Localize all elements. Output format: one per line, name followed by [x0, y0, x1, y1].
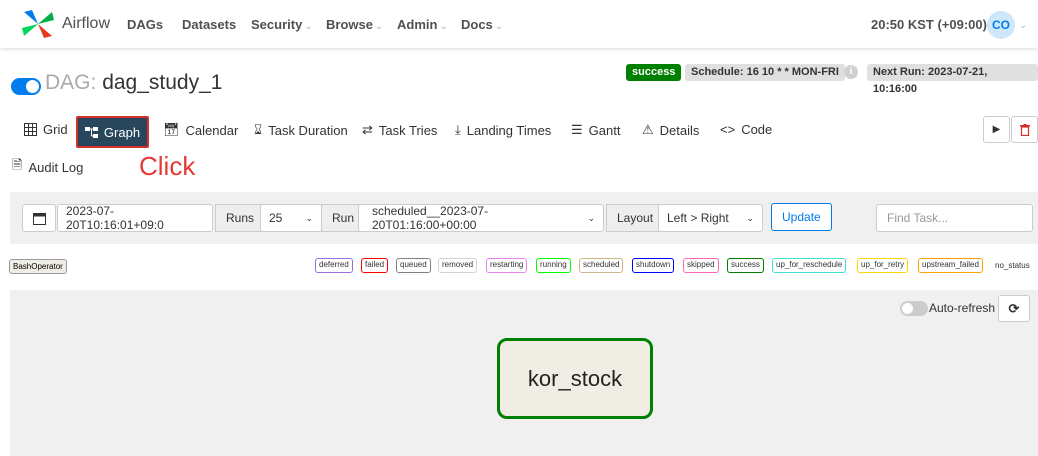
- calendar-icon: [32, 212, 46, 225]
- tab-landing-times[interactable]: ⤓ Landing Times: [455, 122, 551, 138]
- tab-code[interactable]: <> Code: [720, 122, 772, 137]
- airflow-brand[interactable]: Airflow: [22, 8, 110, 40]
- schedule-badge: Schedule: 16 10 * * MON-FRI: [685, 64, 845, 81]
- gantt-icon: ☰: [571, 122, 583, 137]
- tab-task-tries[interactable]: ⇄ Task Tries: [362, 122, 437, 138]
- dag-status-badge: success: [626, 64, 682, 81]
- plane-arrival-icon: ⤓: [455, 122, 461, 137]
- next-run-badge: Next Run: 2023-07-21, 10:16:00: [867, 64, 1038, 95]
- nav-dags[interactable]: DAGs: [127, 17, 163, 32]
- trash-icon: [1019, 123, 1030, 136]
- layout-select[interactable]: Left > Right ⌄: [658, 204, 763, 232]
- nav-security[interactable]: Security ⌄: [251, 17, 313, 32]
- layout-label: Layout: [606, 204, 665, 232]
- calendar-icon: 📅︎: [163, 122, 180, 137]
- state-legend-success[interactable]: success: [727, 258, 764, 273]
- play-icon: ▶: [992, 124, 1001, 135]
- find-task-input[interactable]: Find Task...: [876, 204, 1033, 232]
- tab-audit-log[interactable]: 🗎︎ Audit Log: [12, 156, 83, 178]
- chevron-down-icon: ⌄: [1019, 19, 1028, 31]
- audit-log-icon: 🗎︎: [12, 157, 23, 172]
- state-legend-up-for-reschedule[interactable]: up_for_reschedule: [772, 258, 847, 273]
- timezone-dropdown[interactable]: 20:50 KST (+09:00)⌄: [871, 17, 999, 32]
- base-date-input[interactable]: 2023-07-20T10:16:01+09:0: [57, 204, 213, 232]
- hourglass-icon: ⌛︎: [254, 122, 263, 137]
- tab-graph[interactable]: Graph: [76, 116, 149, 148]
- dag-pause-toggle[interactable]: [11, 78, 41, 95]
- refresh-icon: ⟳: [1008, 300, 1020, 316]
- tab-gantt[interactable]: ☰ Gantt: [571, 122, 620, 138]
- graph-canvas[interactable]: Auto-refresh ⟳ kor_stock: [10, 290, 1038, 456]
- update-button[interactable]: Update: [771, 203, 832, 231]
- info-icon[interactable]: i: [844, 65, 858, 79]
- user-menu[interactable]: CO ⌄: [987, 11, 1027, 39]
- chevron-down-icon: ⌄: [304, 21, 313, 32]
- nav-browse[interactable]: Browse ⌄: [326, 17, 383, 32]
- runs-select[interactable]: 25 ⌄: [260, 204, 322, 232]
- retry-arrows-icon: ⇄: [362, 122, 373, 137]
- state-legend-running[interactable]: running: [536, 258, 571, 273]
- nav-docs[interactable]: Docs ⌄: [461, 17, 503, 32]
- delete-dag-button[interactable]: [1011, 116, 1038, 143]
- grid-icon: [24, 123, 37, 136]
- click-annotation: Click: [139, 151, 196, 181]
- state-legend-failed[interactable]: failed: [361, 258, 389, 273]
- state-legend-scheduled[interactable]: scheduled: [579, 258, 624, 273]
- chevron-down-icon: ⌄: [439, 21, 448, 32]
- date-picker-button[interactable]: [22, 204, 56, 232]
- task-node-kor-stock[interactable]: kor_stock: [497, 338, 653, 419]
- state-legend-deferred[interactable]: deferred: [315, 258, 353, 273]
- chevron-down-icon: ⌄: [746, 212, 754, 223]
- tab-details[interactable]: ⚠︎ Details: [642, 122, 699, 138]
- state-legend-no-status[interactable]: no_status: [995, 261, 1030, 270]
- tab-calendar[interactable]: 📅︎ Calendar: [163, 122, 238, 138]
- state-legend-restarting[interactable]: restarting: [486, 258, 528, 273]
- state-legend-shutdown[interactable]: shutdown: [632, 258, 675, 273]
- chevron-down-icon: ⌄: [374, 21, 384, 32]
- graph-icon: [84, 126, 98, 138]
- top-navbar: Airflow DAGs Datasets Security ⌄ Browse ⌄ …: [0, 0, 1038, 48]
- avatar: CO: [987, 11, 1015, 39]
- state-legend-queued[interactable]: queued: [396, 258, 431, 273]
- brand-name: Airflow: [62, 15, 111, 32]
- warning-triangle-icon: ⚠︎: [642, 122, 654, 137]
- run-select[interactable]: scheduled__2023-07-20T01:16:00+00:00 ⌄: [358, 204, 604, 232]
- state-legend-upstream-failed[interactable]: upstream_failed: [918, 258, 983, 273]
- chevron-down-icon: ⌄: [587, 212, 595, 223]
- auto-refresh-label: Auto-refresh: [929, 301, 996, 315]
- state-legend-removed[interactable]: removed: [438, 258, 478, 273]
- operator-legend-bashoperator[interactable]: BashOperator: [9, 259, 67, 274]
- runs-label: Runs: [215, 204, 266, 232]
- dag-id: dag_study_1: [102, 71, 223, 94]
- chevron-down-icon: ⌄: [305, 212, 313, 223]
- tab-task-duration[interactable]: ⌛︎ Task Duration: [254, 122, 348, 138]
- state-legend-up-for-retry[interactable]: up_for_retry: [857, 258, 909, 273]
- chevron-down-icon: ⌄: [494, 21, 504, 32]
- trigger-dag-button[interactable]: ▶: [983, 116, 1010, 143]
- page-title: DAG: dag_study_1: [45, 71, 222, 95]
- tab-grid[interactable]: Grid: [24, 122, 68, 137]
- nav-datasets[interactable]: Datasets: [182, 17, 236, 32]
- graph-filter-bar: 2023-07-20T10:16:01+09:0 Runs 25 ⌄ Run sc…: [10, 192, 1038, 244]
- refresh-button[interactable]: ⟳: [998, 295, 1030, 322]
- airflow-logo-icon: [22, 10, 54, 38]
- nav-admin[interactable]: Admin ⌄: [397, 17, 448, 32]
- dag-label: DAG:: [45, 71, 97, 94]
- state-legend-skipped[interactable]: skipped: [683, 258, 719, 273]
- code-icon: <>: [720, 122, 736, 137]
- auto-refresh-toggle[interactable]: [900, 301, 928, 316]
